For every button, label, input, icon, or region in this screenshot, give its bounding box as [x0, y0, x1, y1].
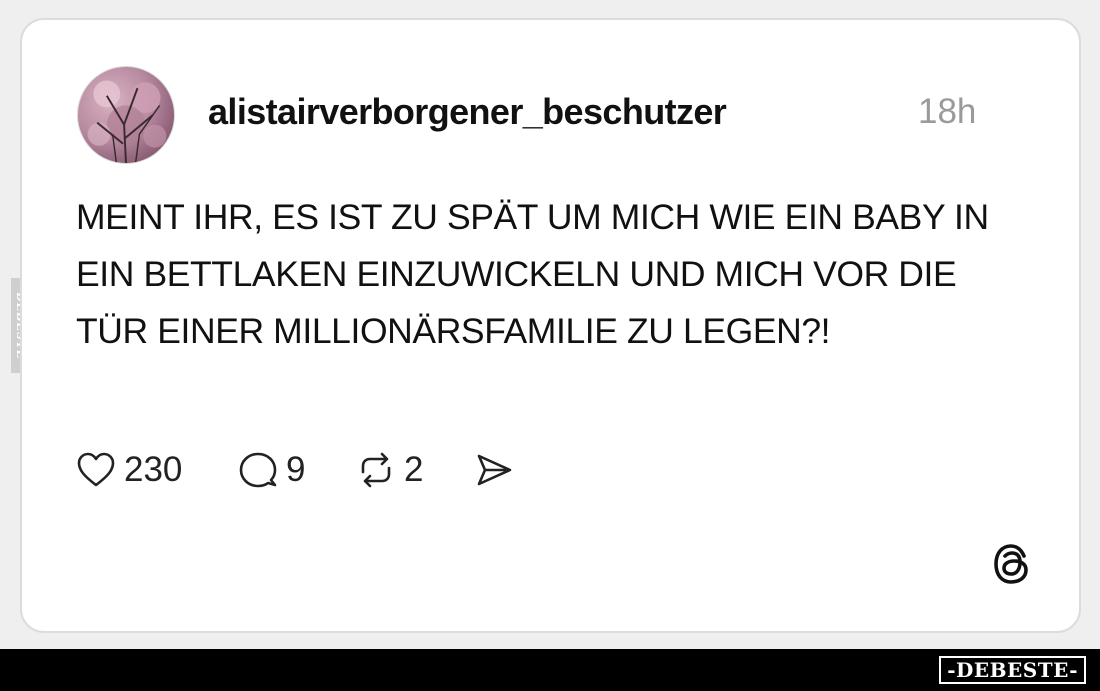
send-icon: [477, 454, 512, 486]
like-count: 230: [124, 450, 183, 489]
timestamp: 18h: [918, 92, 977, 131]
threads-logo-icon[interactable]: [990, 541, 1034, 587]
share-button[interactable]: [474, 448, 514, 492]
avatar-image: [87, 80, 167, 163]
heart-icon: [77, 452, 115, 487]
bottom-watermark: -DEBESTE-: [939, 656, 1086, 684]
bottom-bar: -DEBESTE-: [0, 649, 1100, 691]
username[interactable]: alistairverborgener_beschutzer: [208, 91, 727, 133]
avatar[interactable]: [77, 66, 175, 164]
repost-arrows-icon: [361, 452, 391, 488]
speech-bubble-icon: [239, 452, 277, 488]
reply-count: 9: [286, 450, 306, 489]
reply-button[interactable]: 9: [238, 448, 305, 492]
repost-button[interactable]: 2: [356, 448, 423, 492]
repost-count: 2: [404, 450, 424, 489]
bottom-watermark-text: -DEBESTE-: [947, 658, 1078, 682]
post-card: alistairverborgener_beschutzer 18h MEINT…: [20, 18, 1081, 633]
like-button[interactable]: 230: [76, 448, 182, 492]
post-text: MEINT IHR, ES IST ZU SPÄT UM MICH WIE EI…: [76, 197, 989, 351]
page: DEBESTE alistairverborgener_beschutzer 1…: [0, 0, 1100, 691]
